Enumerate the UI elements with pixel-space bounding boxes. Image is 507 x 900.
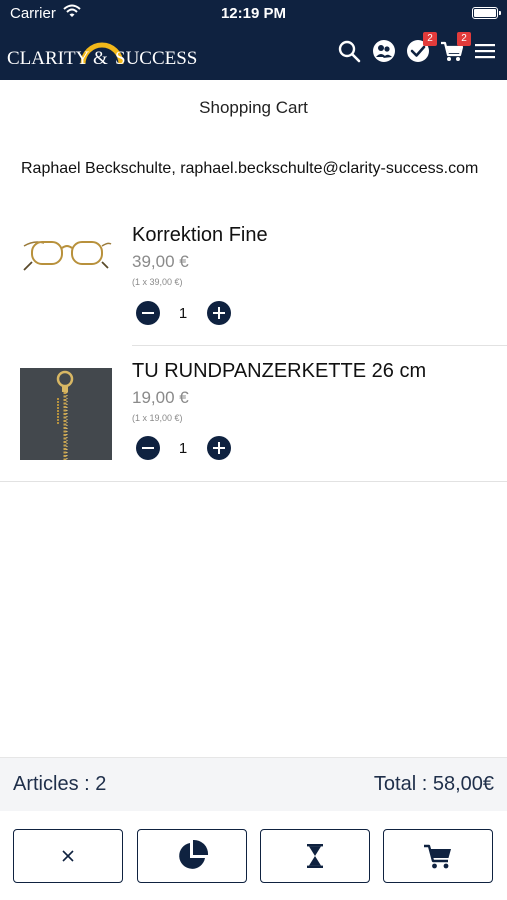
- page-title: Shopping Cart: [199, 98, 308, 117]
- cart-item[interactable]: Korrektion Fine 39,00 € (1 x 39,00 €) 1: [0, 210, 507, 346]
- status-bar: Carrier 12:19 PM: [0, 0, 507, 28]
- clear-cart-button[interactable]: [13, 829, 123, 883]
- item-quantity: 1: [178, 305, 188, 322]
- decrease-quantity-button[interactable]: [136, 301, 160, 325]
- product-image-chain: [20, 368, 112, 460]
- cart-badge: 2: [457, 32, 471, 46]
- search-icon[interactable]: [336, 38, 362, 64]
- item-price: 39,00 €: [132, 252, 189, 271]
- cart-total: Total : 58,00€: [373, 773, 494, 795]
- logo[interactable]: CLARITY & SUCCESS: [7, 32, 207, 76]
- nav-bar: CLARITY & SUCCESS 2 2: [0, 28, 507, 80]
- item-name: TU RUNDPANZERKETTE 26 cm: [132, 360, 427, 382]
- cart-item[interactable]: TU RUNDPANZERKETTE 26 cm 19,00 € (1 x 19…: [0, 346, 507, 482]
- articles-count: Articles : 2: [13, 773, 107, 795]
- account-icon[interactable]: [371, 38, 397, 64]
- checklist-button[interactable]: 2: [405, 32, 437, 64]
- product-image-glasses: [20, 210, 112, 302]
- status-time: 12:19 PM: [220, 5, 287, 22]
- top-bar: Carrier 12:19 PM CLARITY & SUCCESS 2 2: [0, 0, 507, 80]
- cart-button[interactable]: 2: [439, 32, 471, 64]
- item-price: 19,00 €: [132, 388, 189, 407]
- increase-quantity-button[interactable]: [207, 301, 231, 325]
- item-unit-price: (1 x 19,00 €): [132, 413, 183, 423]
- menu-icon[interactable]: [472, 38, 498, 64]
- pie-chart-icon: [179, 839, 209, 869]
- logo-word-clarity: CLARITY: [7, 48, 90, 69]
- divider: [0, 481, 507, 482]
- battery-icon: [472, 7, 501, 19]
- item-quantity: 1: [178, 440, 188, 457]
- checklist-badge: 2: [423, 32, 437, 46]
- increase-quantity-button[interactable]: [207, 436, 231, 460]
- pending-orders-button[interactable]: [260, 829, 370, 883]
- close-icon: [62, 850, 74, 862]
- item-unit-price: (1 x 39,00 €): [132, 277, 183, 287]
- checkout-cart-button[interactable]: [383, 829, 493, 883]
- cart-icon: [424, 844, 451, 869]
- logo-ampersand: &: [93, 48, 108, 69]
- statistics-button[interactable]: [137, 829, 247, 883]
- action-bar: [0, 811, 507, 900]
- decrease-quantity-button[interactable]: [136, 436, 160, 460]
- customer-info: Raphael Beckschulte, raphael.beckschulte…: [21, 160, 479, 177]
- hourglass-icon: [307, 844, 323, 868]
- cart-summary: Articles : 2 Total : 58,00€: [0, 757, 507, 811]
- logo-word-success: SUCCESS: [115, 48, 198, 69]
- item-name: Korrektion Fine: [132, 224, 268, 246]
